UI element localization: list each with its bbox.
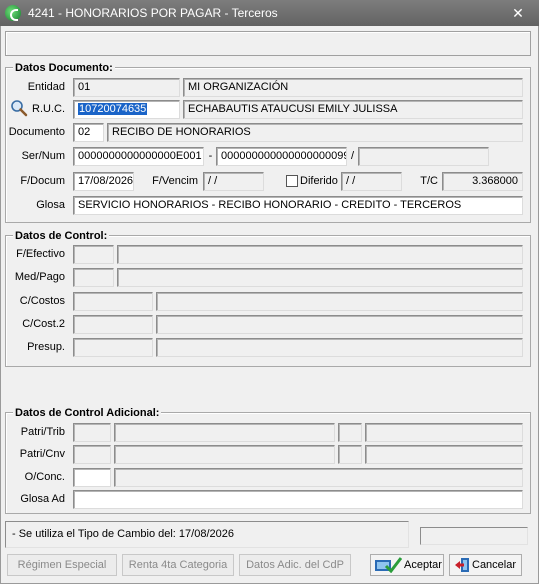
glosaad-input[interactable] <box>73 490 523 509</box>
patritrib-desc-field <box>114 423 335 442</box>
ccost2-code-field[interactable] <box>73 315 153 334</box>
fvencim-field[interactable]: / / <box>203 172 264 191</box>
oconc-input[interactable] <box>73 468 111 487</box>
datos-adic-cdp-button[interactable]: Datos Adic. del CdP <box>239 554 351 576</box>
presup-label: Presup. <box>27 341 65 353</box>
glosaad-label: Glosa Ad <box>20 493 65 505</box>
top-info-bar <box>5 31 531 56</box>
presup-code-field[interactable] <box>73 338 153 357</box>
regimen-especial-button[interactable]: Régimen Especial <box>7 554 117 576</box>
documento-label: Documento <box>8 126 65 138</box>
aceptar-button[interactable]: Aceptar <box>370 554 444 576</box>
sernum-slash: / <box>350 150 355 162</box>
oconc-label: O/Conc. <box>24 471 65 483</box>
ruc-value: 10720074635 <box>78 103 148 115</box>
magnifier-icon[interactable] <box>10 99 28 117</box>
datos-documento-legend: Datos Documento: <box>13 62 115 74</box>
patricnv-desc2-field <box>365 445 523 464</box>
ccost2-desc-field <box>156 315 523 334</box>
fvencim-label: F/Vencim <box>152 175 198 187</box>
ccostos-label: C/Costos <box>19 295 65 307</box>
fefectivo-desc-field <box>117 245 523 264</box>
medpago-label: Med/Pago <box>14 271 65 283</box>
glosa-label: Glosa <box>36 199 65 211</box>
ccostos-desc-field <box>156 292 523 311</box>
window-title: 4241 - HONORARIOS POR PAGAR - Terceros <box>28 6 278 20</box>
documento-code-input[interactable]: 02 <box>73 123 104 142</box>
fefectivo-label: F/Efectivo <box>16 248 65 260</box>
glosa-input[interactable]: SERVICIO HONORARIOS - RECIBO HONORARIO -… <box>73 196 523 215</box>
diferido-checkbox[interactable] <box>286 175 298 187</box>
tc-label: T/C <box>420 175 438 187</box>
patritrib-code-field[interactable] <box>73 423 111 442</box>
ruc-input[interactable]: 10720074635 <box>73 100 180 119</box>
fdocum-label: F/Docum <box>20 175 65 187</box>
diferido-label: Diferido <box>300 175 338 187</box>
patritrib-label: Patri/Trib <box>20 426 65 438</box>
close-icon[interactable]: ✕ <box>509 4 527 22</box>
sernum-label: Ser/Num <box>21 150 65 162</box>
status-aux-box <box>420 527 528 545</box>
patritrib-code2-field[interactable] <box>338 423 362 442</box>
aceptar-label: Aceptar <box>404 559 442 571</box>
patricnv-desc-field <box>114 445 335 464</box>
status-message: - Se utiliza el Tipo de Cambio del: 17/0… <box>5 521 409 548</box>
app-logo-icon <box>5 5 21 21</box>
cancelar-label: Cancelar <box>472 559 517 571</box>
fdocum-input[interactable]: 17/08/2026 <box>73 172 134 191</box>
entidad-code-field[interactable]: 01 <box>73 78 180 97</box>
ccost2-label: C/Cost.2 <box>22 318 65 330</box>
renta-4ta-categoria-button[interactable]: Renta 4ta Categoria <box>122 554 234 576</box>
medpago-desc-field <box>117 268 523 287</box>
patricnv-code-field[interactable] <box>73 445 111 464</box>
numero-input[interactable]: 0000000000000000000999 <box>216 147 347 166</box>
cancelar-exit-icon <box>454 557 470 573</box>
medpago-code-field[interactable] <box>73 268 114 287</box>
presup-desc-field <box>156 338 523 357</box>
entidad-name-field: MI ORGANIZACIÓN <box>183 78 523 97</box>
datos-control-legend: Datos de Control: <box>13 230 110 242</box>
fefectivo-code-field[interactable] <box>73 245 114 264</box>
patricnv-label: Patri/Cnv <box>19 448 65 460</box>
aceptar-icon <box>374 557 403 574</box>
sernum-extra-field <box>358 147 489 166</box>
oconc-desc-field <box>114 468 523 487</box>
ruc-label: R.U.C. <box>32 103 65 115</box>
serie-input[interactable]: 0000000000000000E001 <box>73 147 204 166</box>
sernum-dash: - <box>208 150 213 162</box>
documento-name-field: RECIBO DE HONORARIOS <box>107 123 523 142</box>
ccostos-code-field[interactable] <box>73 292 153 311</box>
patricnv-code2-field[interactable] <box>338 445 362 464</box>
entidad-label: Entidad <box>27 81 65 93</box>
patritrib-desc2-field <box>365 423 523 442</box>
ruc-name-field: ECHABAUTIS ATAUCUSI EMILY JULISSA <box>183 100 523 119</box>
tc-field: 3.368000 <box>442 172 523 191</box>
title-bar: 4241 - HONORARIOS POR PAGAR - Terceros ✕ <box>0 0 539 26</box>
cancelar-button[interactable]: Cancelar <box>449 554 522 576</box>
diferido-date-field: / / <box>341 172 402 191</box>
datos-control-adicional-legend: Datos de Control Adicional: <box>13 407 162 419</box>
